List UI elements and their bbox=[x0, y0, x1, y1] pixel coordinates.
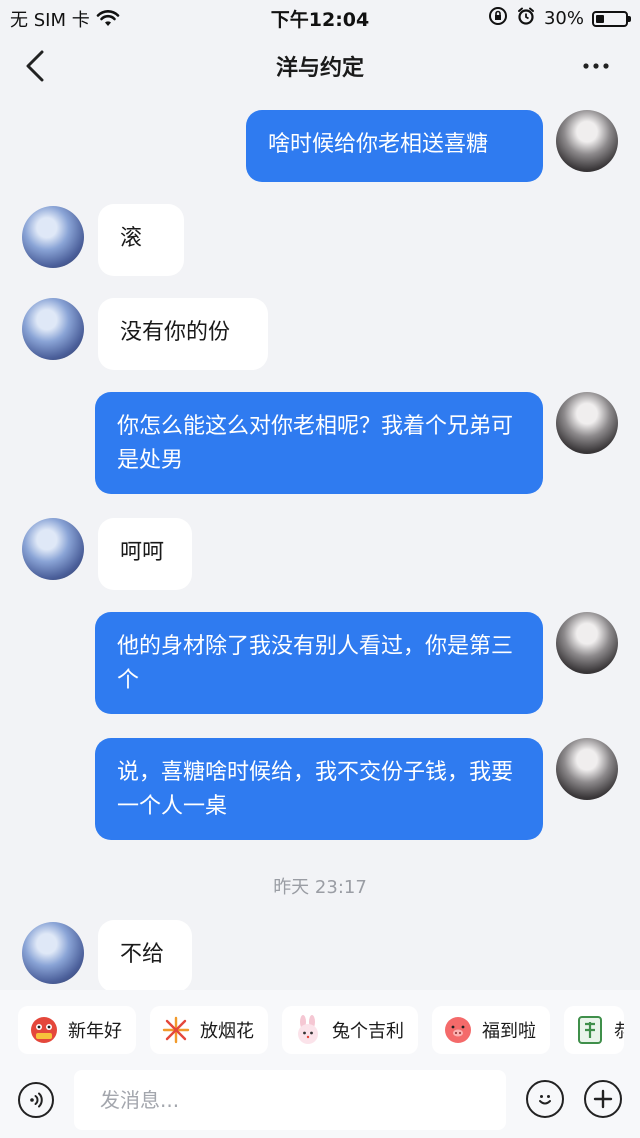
friend-message-bubble[interactable]: 没有你的份 bbox=[98, 298, 268, 370]
alarm-icon bbox=[516, 6, 536, 31]
quick-reply-chip[interactable]: 放烟花 bbox=[150, 1006, 268, 1054]
fireworks-icon bbox=[160, 1014, 192, 1046]
more-actions-button[interactable] bbox=[584, 1080, 622, 1118]
chat-header: 洋与约定 bbox=[0, 34, 640, 98]
chat-title: 洋与约定 bbox=[275, 56, 364, 81]
my-message-bubble[interactable]: 他的身材除了我没有别人看过，你是第三个 bbox=[95, 612, 543, 714]
friend-message-bubble[interactable]: 不给 bbox=[98, 920, 192, 992]
message-row: 呵呵 bbox=[0, 518, 640, 590]
message-row: 滚 bbox=[0, 204, 640, 276]
message-row: 你怎么能这么对你老相呢？我着个兄弟可是处男 bbox=[0, 392, 640, 494]
friend-avatar[interactable] bbox=[22, 206, 84, 268]
voice-icon bbox=[30, 1092, 43, 1108]
quick-reply-label: 恭 bbox=[614, 1021, 624, 1042]
message-row: 他的身材除了我没有别人看过，你是第三个 bbox=[0, 612, 640, 714]
friend-message-bubble[interactable]: 呵呵 bbox=[98, 518, 192, 590]
message-row: 啥时候给你老相送喜糖 bbox=[0, 110, 640, 182]
plus-icon bbox=[593, 1089, 613, 1109]
quick-reply-chip[interactable]: 兔个吉利 bbox=[282, 1006, 418, 1054]
battery-percent: 30% bbox=[543, 8, 584, 29]
status-bar: 无 SIM 卡 下午12:04 30% bbox=[0, 0, 640, 34]
friend-avatar[interactable] bbox=[22, 298, 84, 360]
message-row: 不给 bbox=[0, 920, 640, 992]
my-avatar[interactable] bbox=[556, 110, 618, 172]
mahjong-icon bbox=[574, 1014, 606, 1046]
battery-level bbox=[596, 14, 604, 23]
composer-panel: 新年好 放烟花 兔个吉利 福到啦 恭 发消息... bbox=[0, 990, 640, 1138]
my-message-bubble[interactable]: 说，喜糖啥时候给，我不交份子钱，我要一个人一桌 bbox=[95, 738, 543, 840]
more-options-button[interactable] bbox=[576, 52, 616, 80]
my-avatar[interactable] bbox=[556, 738, 618, 800]
emoji-button[interactable] bbox=[526, 1080, 564, 1118]
friend-avatar[interactable] bbox=[22, 518, 84, 580]
rabbit-icon bbox=[292, 1014, 324, 1046]
message-timestamp: 昨天 23:17 bbox=[273, 877, 367, 898]
quick-reply-label: 兔个吉利 bbox=[332, 1021, 404, 1042]
fu-pig-icon bbox=[442, 1014, 474, 1046]
smiley-icon bbox=[539, 1095, 551, 1105]
quick-reply-chip[interactable]: 新年好 bbox=[18, 1006, 136, 1054]
message-row: 没有你的份 bbox=[0, 298, 640, 370]
my-message-bubble[interactable]: 你怎么能这么对你老相呢？我着个兄弟可是处男 bbox=[95, 392, 543, 494]
input-bar bbox=[0, 1070, 640, 1130]
quick-reply-bar[interactable]: 新年好 放烟花 兔个吉利 福到啦 恭 bbox=[18, 1006, 624, 1054]
quick-reply-chip[interactable]: 恭 bbox=[564, 1006, 624, 1054]
my-message-bubble[interactable]: 啥时候给你老相送喜糖 bbox=[246, 110, 543, 182]
orientation-lock-icon bbox=[488, 6, 508, 31]
my-avatar[interactable] bbox=[556, 392, 618, 454]
my-avatar[interactable] bbox=[556, 612, 618, 674]
more-dots-icon bbox=[583, 63, 609, 69]
voice-input-button[interactable] bbox=[18, 1082, 54, 1118]
quick-reply-label: 新年好 bbox=[68, 1021, 122, 1042]
friend-avatar[interactable] bbox=[22, 922, 84, 984]
quick-reply-label: 放烟花 bbox=[200, 1021, 254, 1042]
lion-dance-icon bbox=[28, 1014, 60, 1046]
battery-icon bbox=[592, 10, 631, 27]
message-row: 说，喜糖啥时候给，我不交份子钱，我要一个人一桌 bbox=[0, 738, 640, 840]
quick-reply-chip[interactable]: 福到啦 bbox=[432, 1006, 550, 1054]
quick-reply-label: 福到啦 bbox=[482, 1021, 536, 1042]
status-right: 30% bbox=[488, 6, 631, 31]
message-input[interactable] bbox=[74, 1070, 506, 1130]
friend-message-bubble[interactable]: 滚 bbox=[98, 204, 184, 276]
